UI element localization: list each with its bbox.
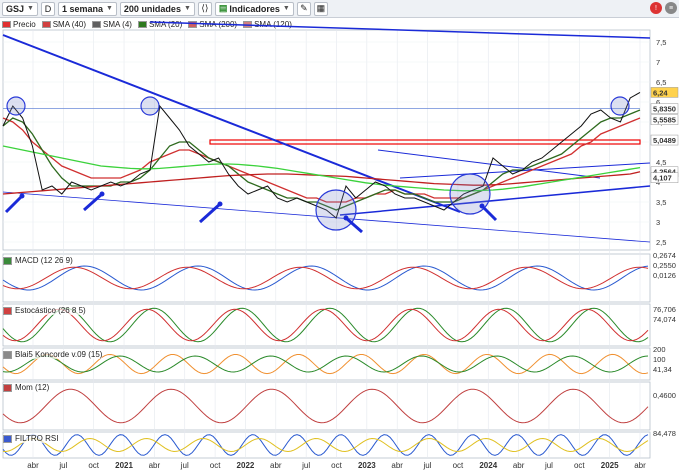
x-tick-label: 2025 bbox=[601, 461, 619, 470]
arrow-head bbox=[217, 201, 223, 207]
x-tick-label: 2022 bbox=[237, 461, 255, 470]
price-tag-text: 5,0489 bbox=[653, 136, 676, 145]
sub-tag: 84,478 bbox=[653, 429, 676, 438]
x-tick-label: oct bbox=[574, 461, 585, 470]
sub-tag: 74,074 bbox=[653, 315, 676, 324]
sub-tag: 0,0126 bbox=[653, 271, 676, 280]
price-tag-text: 6,24 bbox=[653, 88, 668, 97]
macd-label[interactable]: MACD (12 26 9) bbox=[3, 256, 73, 265]
price-tag-text: 4,107 bbox=[653, 174, 672, 183]
highlight-circle bbox=[140, 96, 160, 116]
rsi-label[interactable]: FILTRO RSI bbox=[3, 434, 59, 443]
stoch-label[interactable]: Estocástico (26 8 5) bbox=[3, 306, 86, 315]
x-tick-label: abr bbox=[270, 461, 282, 470]
price-tag-text: 5,5585 bbox=[653, 116, 676, 125]
sub-tag: 41,34 bbox=[653, 365, 672, 374]
highlight-circle bbox=[315, 189, 357, 231]
arrow-head bbox=[19, 193, 25, 199]
x-tick-label: oct bbox=[331, 461, 342, 470]
y-tick-label: 6,5 bbox=[656, 78, 666, 87]
x-tick-label: abr bbox=[513, 461, 525, 470]
x-tick-label: 2024 bbox=[479, 461, 497, 470]
x-tick-label: 2021 bbox=[115, 461, 133, 470]
sub-tag: 0,2674 bbox=[653, 251, 676, 260]
x-tick-label: jul bbox=[301, 461, 310, 470]
y-tick-label: 2,5 bbox=[656, 238, 666, 247]
y-tick-label: 7,5 bbox=[656, 38, 666, 47]
highlight-circle bbox=[6, 96, 26, 116]
x-tick-label: oct bbox=[88, 461, 99, 470]
x-tick-label: jul bbox=[544, 461, 553, 470]
x-tick-label: oct bbox=[453, 461, 464, 470]
highlight-circle bbox=[610, 96, 630, 116]
x-tick-label: jul bbox=[180, 461, 189, 470]
x-tick-label: abr bbox=[27, 461, 39, 470]
y-tick-label: 3,5 bbox=[656, 198, 666, 207]
x-tick-label: jul bbox=[58, 461, 67, 470]
x-tick-label: abr bbox=[634, 461, 646, 470]
x-tick-label: oct bbox=[210, 461, 221, 470]
sub-tag: 0,4600 bbox=[653, 391, 676, 400]
sub-tag: 76,706 bbox=[653, 305, 676, 314]
koncorde-label[interactable]: Blai5 Koncorde v.09 (15) bbox=[3, 350, 103, 359]
sub-tag: 0,2550 bbox=[653, 261, 676, 270]
price-tag-text: 5,8350 bbox=[653, 105, 676, 114]
x-tick-label: jul bbox=[423, 461, 432, 470]
y-tick-label: 7 bbox=[656, 58, 660, 67]
panel-frame bbox=[2, 253, 651, 303]
x-tick-label: abr bbox=[149, 461, 161, 470]
sub-tag: 200 bbox=[653, 345, 666, 354]
arrow-head bbox=[99, 191, 105, 197]
mom-label[interactable]: Mom (12) bbox=[3, 383, 50, 392]
panel-frame bbox=[2, 381, 651, 431]
arrow-head bbox=[343, 215, 349, 221]
y-tick-label: 3 bbox=[656, 218, 660, 227]
panel-frame bbox=[2, 431, 651, 459]
sub-tag: 100 bbox=[653, 355, 666, 364]
y-tick-label: 4,5 bbox=[656, 158, 666, 167]
chart-canvas[interactable]: abr jul oct 2021 abr jul oct 2022 abr jul oct 2023 a… bbox=[0, 0, 679, 472]
x-tick-label: 2023 bbox=[358, 461, 376, 470]
x-tick-label: abr bbox=[391, 461, 403, 470]
arrow-head bbox=[479, 203, 485, 209]
